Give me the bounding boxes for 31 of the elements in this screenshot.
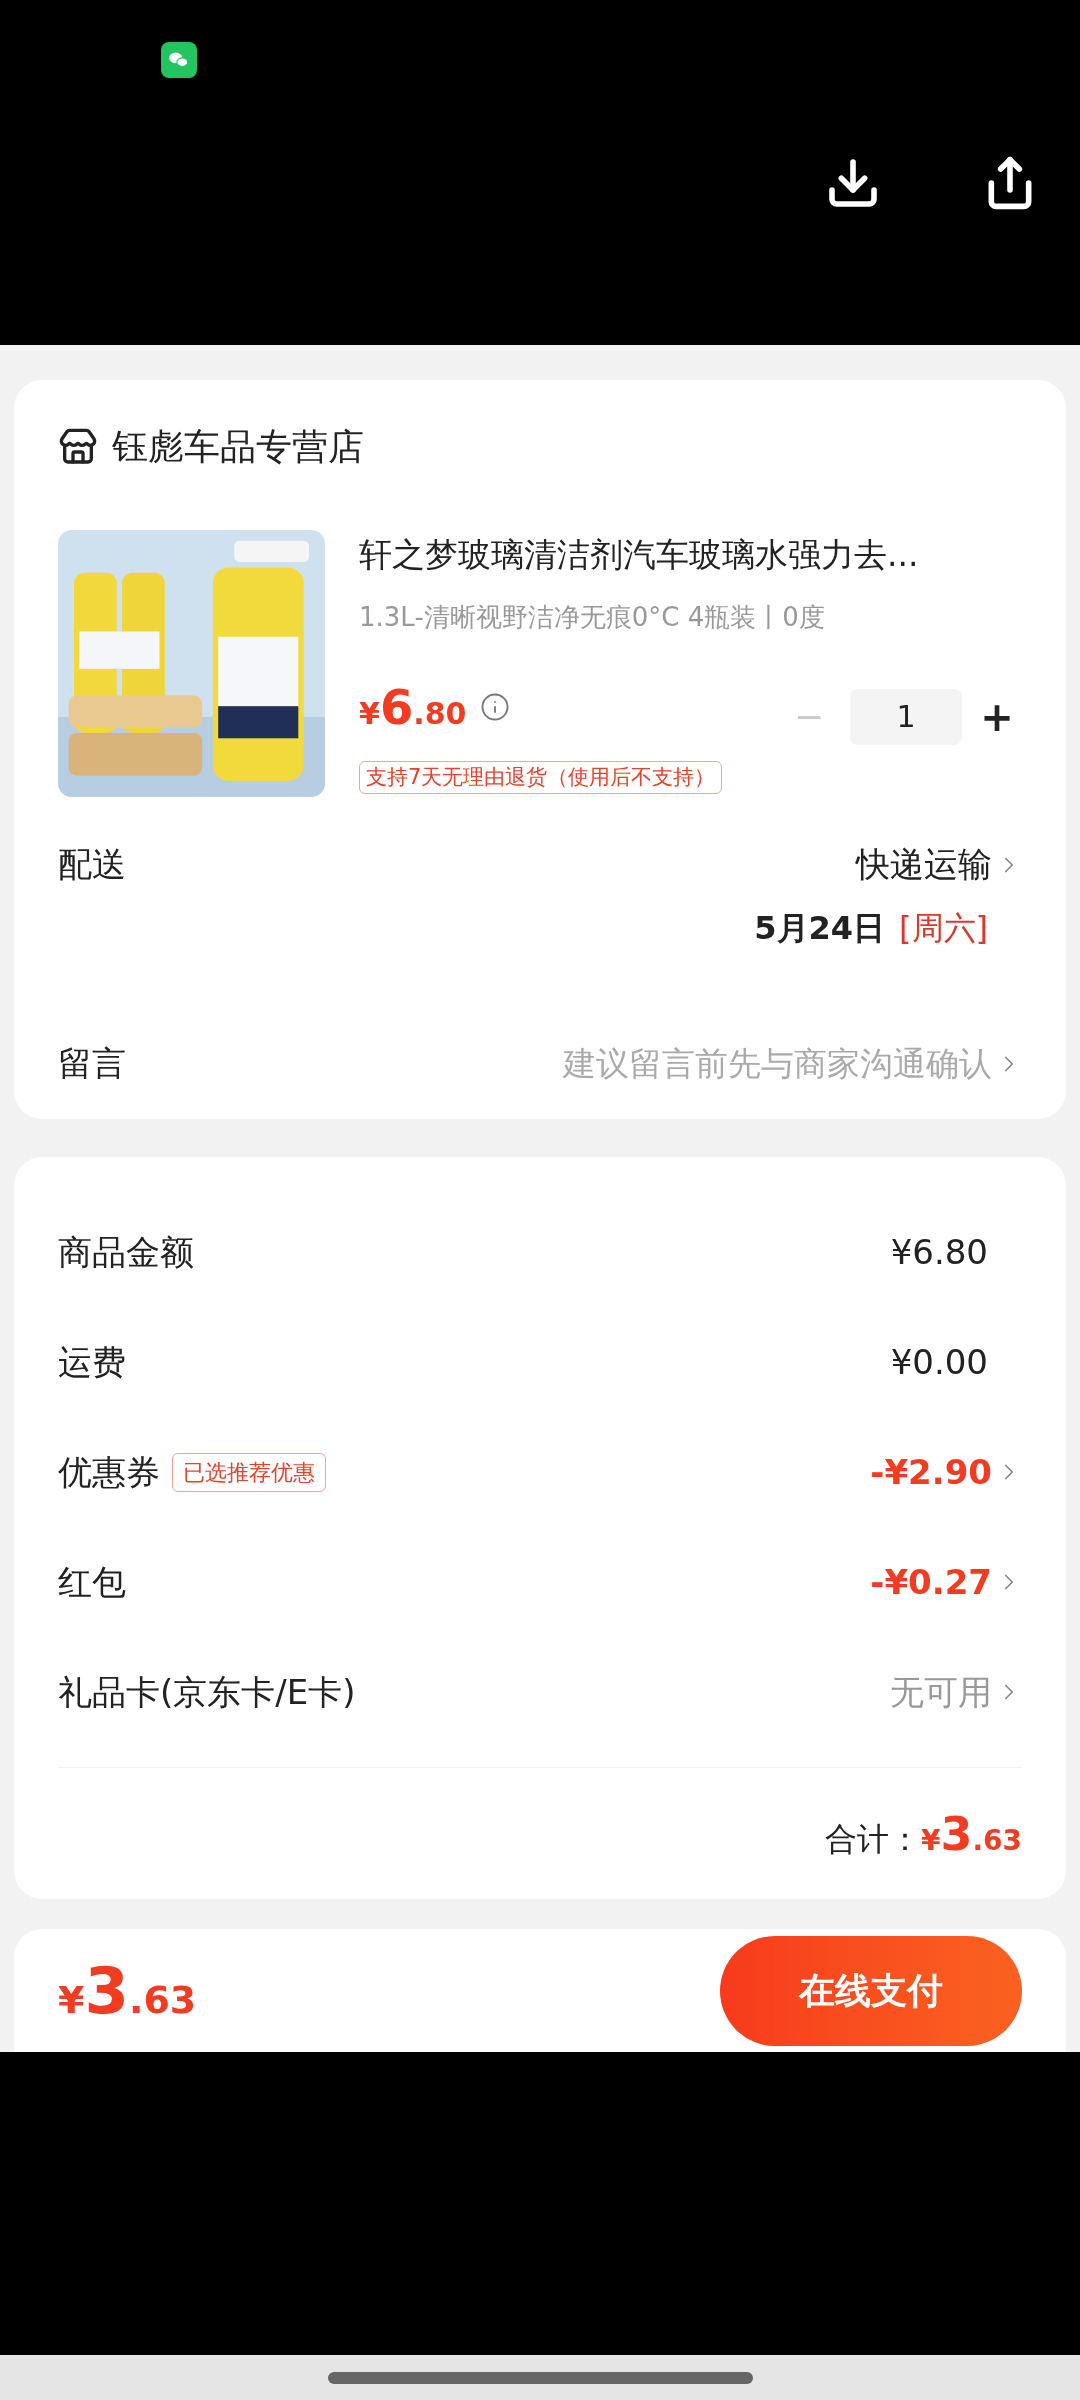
fee-value: ¥0.00 <box>890 1340 988 1384</box>
increase-button[interactable]: + <box>972 686 1022 747</box>
message-row[interactable]: 留言 建议留言前先与商家沟通确认 <box>58 1038 1022 1089</box>
total-price: ¥3.63 <box>920 1806 1022 1863</box>
fee-value: ¥6.80 <box>890 1230 988 1274</box>
store-name[interactable]: 钰彪车品专营店 <box>112 420 364 474</box>
message-placeholder: 建议留言前先与商家沟通确认 <box>563 1042 992 1085</box>
coupon-tag: 已选推荐优惠 <box>172 1452 326 1492</box>
product-title[interactable]: 轩之梦玻璃清洁剂汽车玻璃水强力去... <box>359 530 1022 580</box>
fee-label: 商品金额 <box>58 1230 194 1274</box>
delivery-label: 配送 <box>58 843 126 886</box>
delivery-date: 5月24日 <box>754 908 886 949</box>
info-icon[interactable] <box>480 691 511 722</box>
total-label: 合计： <box>824 1819 921 1860</box>
delivery-method: 快递运输 <box>856 843 992 886</box>
fee-label: 运费 <box>58 1340 126 1384</box>
fee-label: 优惠券 <box>58 1450 160 1494</box>
quantity-field[interactable]: 1 <box>850 688 962 745</box>
delivery-weekday: [周六] <box>899 908 988 949</box>
home-indicator[interactable] <box>327 2371 753 2384</box>
product-price: ¥6.80 <box>359 677 467 737</box>
fee-value[interactable]: -¥2.90 <box>870 1446 992 1498</box>
fee-label: 礼品卡(京东卡/E卡) <box>58 1670 356 1714</box>
chat-app-icon[interactable] <box>161 42 197 78</box>
fee-label: 红包 <box>58 1560 126 1604</box>
message-label: 留言 <box>58 1042 126 1085</box>
return-policy-tag: 支持7天无理由退货（使用后不支持） <box>359 760 723 794</box>
footer-price: ¥3.63 <box>58 1952 197 2030</box>
fee-value[interactable]: -¥0.27 <box>870 1556 992 1608</box>
store-icon <box>58 427 98 467</box>
delivery-method-link[interactable]: 快递运输 <box>856 839 1022 890</box>
